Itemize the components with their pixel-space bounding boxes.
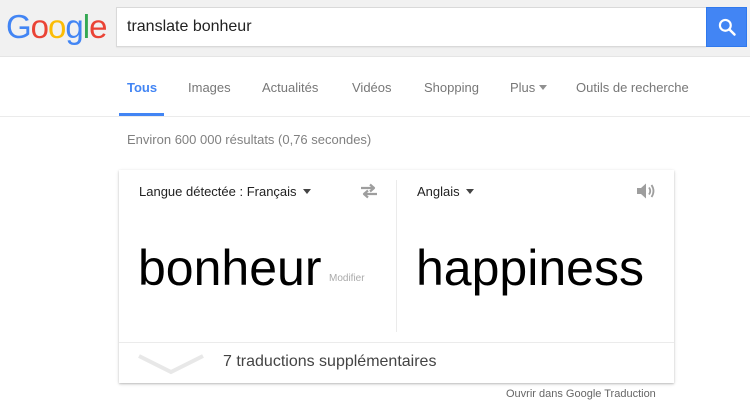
source-language-label: Langue détectée : Français xyxy=(139,184,297,199)
target-language-select[interactable]: Anglais xyxy=(417,184,474,199)
tab-search-tools[interactable]: Outils de recherche xyxy=(576,80,689,95)
header-bar: Google xyxy=(0,0,750,57)
tab-news[interactable]: Actualités xyxy=(262,80,318,95)
search-button[interactable] xyxy=(706,7,747,47)
more-translations-toggle[interactable]: 7 traductions supplémentaires xyxy=(119,342,674,383)
logo-letter: o xyxy=(30,8,49,45)
logo-letter: o xyxy=(48,8,66,45)
tab-more[interactable]: Plus xyxy=(510,80,548,95)
modify-link[interactable]: Modifier xyxy=(329,273,365,284)
more-translations-label: 7 traductions supplémentaires xyxy=(223,353,437,370)
chevron-down-icon xyxy=(138,354,204,375)
caret-down-icon xyxy=(465,189,474,194)
search-tabs: Tous Images Actualités Vidéos Shopping P… xyxy=(0,57,750,117)
open-in-translate-link[interactable]: Ouvrir dans Google Traduction xyxy=(506,388,656,400)
search-input[interactable] xyxy=(127,8,697,46)
active-tab-indicator xyxy=(119,113,164,116)
source-language-select[interactable]: Langue détectée : Français xyxy=(139,184,311,199)
caret-down-icon xyxy=(539,85,548,90)
logo-letter: e xyxy=(89,8,107,45)
pane-divider xyxy=(396,180,397,332)
swap-languages-icon[interactable] xyxy=(359,183,379,199)
target-language-label: Anglais xyxy=(417,184,460,199)
google-logo[interactable]: Google xyxy=(6,8,107,45)
caret-down-icon xyxy=(302,189,311,194)
logo-letter: g xyxy=(65,8,83,45)
search-icon xyxy=(718,18,736,36)
tab-more-label: Plus xyxy=(510,80,536,95)
translate-card: Langue détectée : Français Anglais bonhe… xyxy=(119,170,674,383)
translated-text: happiness xyxy=(416,240,644,296)
speaker-icon[interactable] xyxy=(635,181,657,201)
tab-all[interactable]: Tous xyxy=(127,80,157,95)
logo-letter: G xyxy=(6,8,32,45)
tab-videos[interactable]: Vidéos xyxy=(352,80,392,95)
search-box xyxy=(116,7,706,47)
tab-shopping[interactable]: Shopping xyxy=(424,80,479,95)
source-text: bonheur xyxy=(138,240,322,296)
result-stats: Environ 600 000 résultats (0,76 secondes… xyxy=(127,132,372,147)
tab-images[interactable]: Images xyxy=(188,80,231,95)
